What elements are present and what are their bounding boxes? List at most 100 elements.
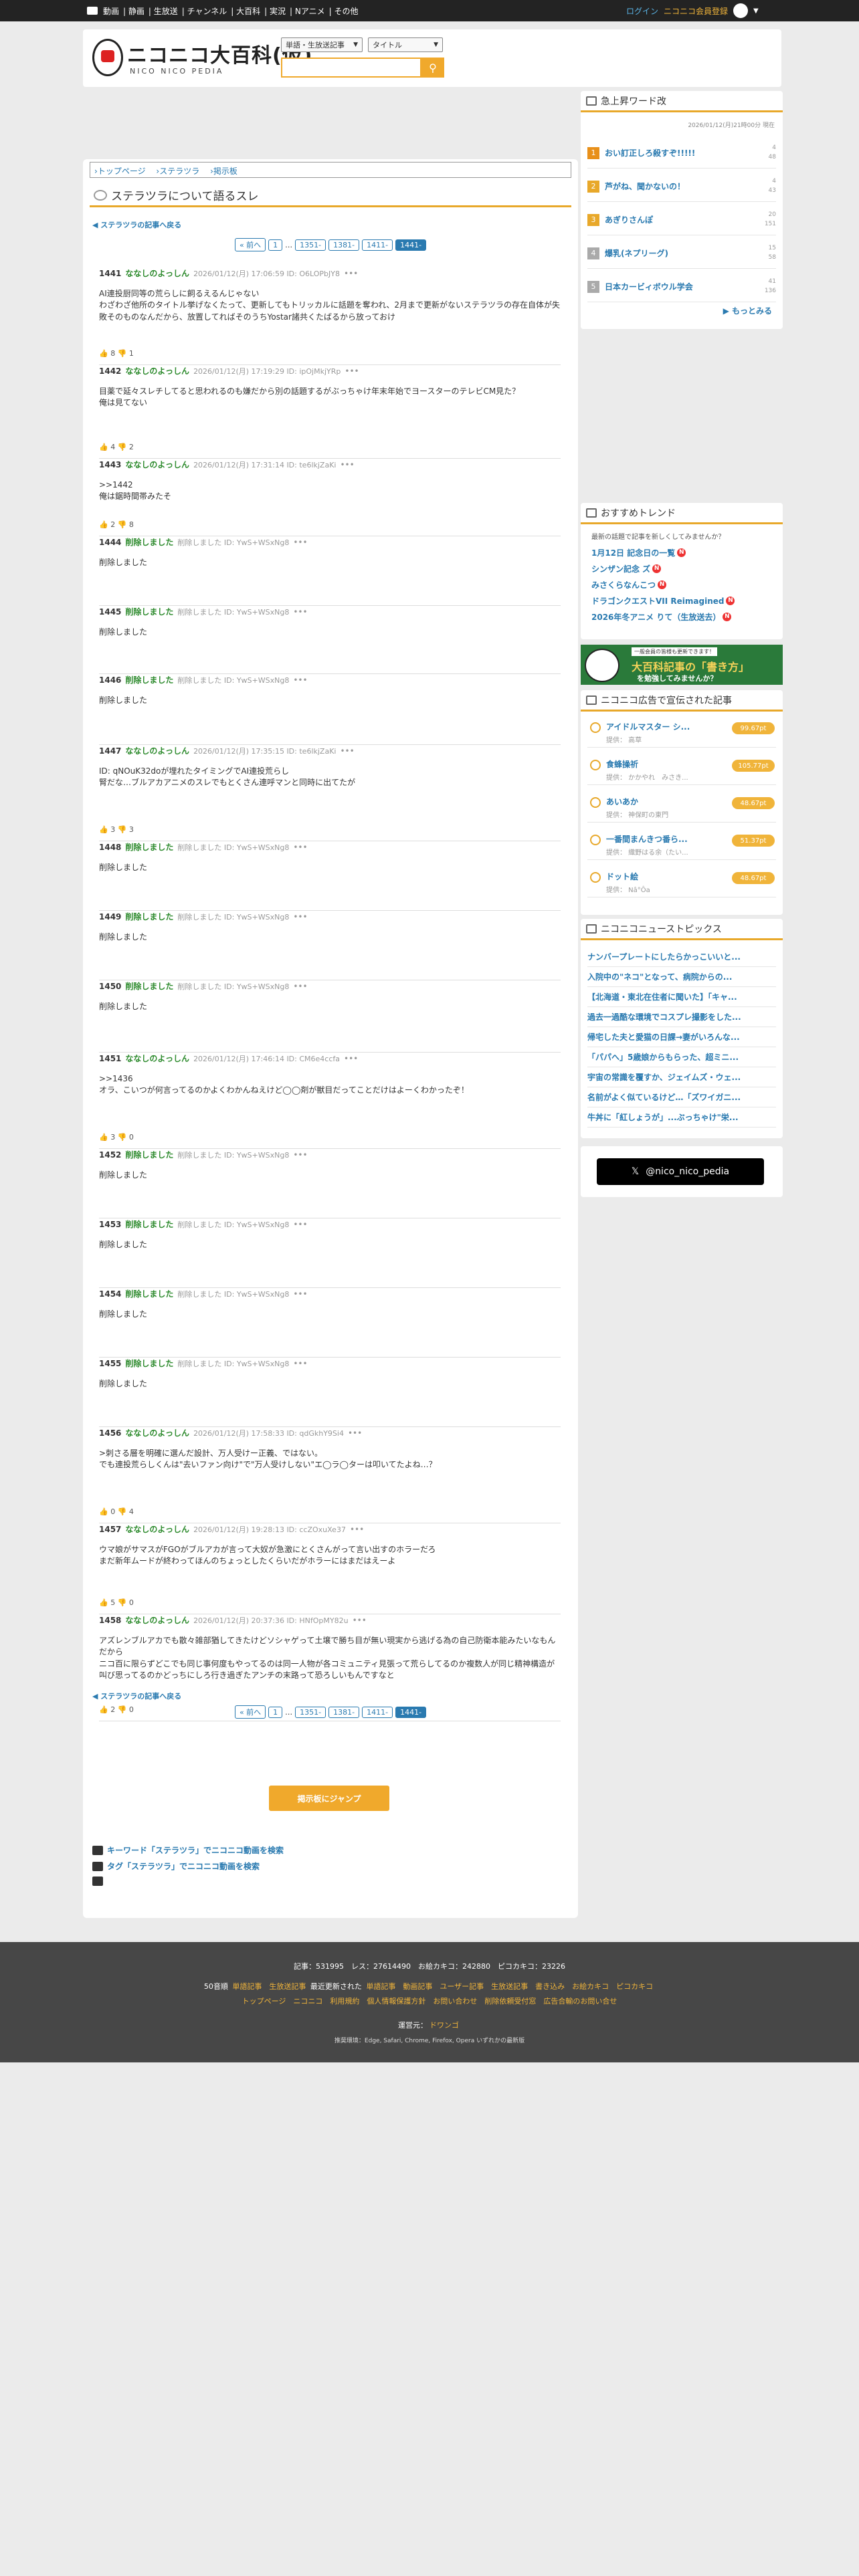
pager-first-button[interactable]: 1 [268, 239, 283, 251]
post-number[interactable]: 1452 [99, 1150, 121, 1160]
login-link[interactable]: ログイン [626, 5, 658, 17]
post-feedback[interactable]: 👍 3 👎 0 [99, 1133, 134, 1142]
more-options-icon[interactable]: ••• [293, 843, 307, 852]
post-feedback[interactable]: 👍 2 👎 8 [99, 520, 134, 529]
news-item[interactable]: 宇宙の常識を覆すか、ジェイムズ・ウェ... [587, 1067, 776, 1087]
post-feedback[interactable]: 👍 5 👎 0 [99, 1598, 134, 1607]
ad-title[interactable]: 一番間まんきつ番ら... [606, 833, 727, 845]
howto-banner[interactable]: 一般会員の皆様も更新できます！ 大百科記事の「書き方」 を勉強してみませんか？ [581, 645, 783, 685]
breadcrumb-item[interactable]: ›トップページ [94, 167, 150, 176]
more-options-icon[interactable]: ••• [344, 1054, 358, 1063]
back-to-article-link-bottom[interactable]: ◀ ステラツラの記事へ戻る [92, 1691, 181, 1701]
news-item[interactable]: ナンバープレートにしたらかっこいいと... [587, 947, 776, 967]
post-number[interactable]: 1453 [99, 1220, 121, 1229]
post-number[interactable]: 1455 [99, 1359, 121, 1368]
news-item[interactable]: 入院中の"ネコ"となって、病院からの... [587, 967, 776, 987]
post-number[interactable]: 1450 [99, 982, 121, 991]
news-item[interactable]: 「パパへ」5歳娘からもらった、超ミニ... [587, 1047, 776, 1067]
pager-page-button[interactable]: 1351- [295, 239, 326, 251]
pager-current-page[interactable]: 1441- [395, 239, 427, 251]
breadcrumb-item[interactable]: ›掲示板 [210, 167, 242, 176]
trend-item[interactable]: ドラゴンクエストVII Reimagined N [591, 595, 735, 607]
chevron-down-icon[interactable]: ▼ [753, 7, 759, 15]
post-number[interactable]: 1456 [99, 1428, 121, 1438]
nav-item-3[interactable]: チャンネル [187, 7, 227, 16]
nav-item-4[interactable]: 大百科 [236, 7, 260, 16]
share-icons[interactable] [92, 1876, 103, 1886]
nav-item-6[interactable]: Nアニメ [295, 7, 325, 16]
search-button[interactable]: ⚲ [421, 58, 444, 78]
news-item[interactable]: 牛丼に「紅しょうが」...ぶっちゃけ"栄... [587, 1107, 776, 1128]
post-number[interactable]: 1444 [99, 538, 121, 547]
nav-item-5[interactable]: 実況 [270, 7, 286, 16]
trend-item[interactable]: シンザン記念 ズN [591, 563, 662, 574]
more-options-icon[interactable]: ••• [293, 1220, 307, 1229]
search-input[interactable] [281, 58, 421, 78]
nav-item-0[interactable]: 動画 [103, 7, 119, 16]
trend-item[interactable]: 2026年冬アニメ りて（生放送去） N [591, 611, 732, 623]
more-options-icon[interactable]: ••• [293, 675, 307, 685]
ad-title[interactable]: 食蜂操祈 [606, 758, 727, 770]
site-logo[interactable]: ニコニコ大百科(仮) NICO NICO PEDIA [92, 36, 312, 82]
rising-word[interactable]: 芦がね、聞かないの！ [605, 181, 753, 192]
more-options-icon[interactable]: ••• [340, 460, 354, 469]
pager-page-button[interactable]: 1381- [328, 239, 360, 251]
post-number[interactable]: 1446 [99, 675, 121, 685]
x-follow-button[interactable]: 𝕏 @nico_nico_pedia [597, 1158, 764, 1185]
pager-first-button[interactable]: 1 [268, 1706, 283, 1718]
more-options-icon[interactable]: ••• [293, 1359, 307, 1368]
ad-title[interactable]: あいあか [606, 796, 727, 807]
more-options-icon[interactable]: ••• [345, 366, 359, 376]
more-options-icon[interactable]: ••• [293, 912, 307, 922]
advertised-article[interactable]: 一番間まんきつ番ら... 提供： 織野はる余（たい... 51.37pt [587, 829, 776, 860]
post-number[interactable]: 1442 [99, 366, 121, 376]
rising-word[interactable]: おい訂正しろ殺すぞ!!!!! [605, 147, 753, 158]
back-to-article-link[interactable]: ◀ ステラツラの記事へ戻る [92, 219, 181, 230]
more-options-icon[interactable]: ••• [293, 607, 307, 617]
pager-page-button[interactable]: 1381- [328, 1706, 360, 1718]
rising-word-item[interactable]: 1 おい訂正しろ殺すぞ!!!!! 4 48 [587, 138, 776, 169]
show-all-button[interactable]: 掲示板にジャンプ [269, 1786, 389, 1811]
advertised-article[interactable]: アイドルマスター シ... 提供： 高草 99.67pt [587, 717, 776, 748]
advertised-article[interactable]: ドット絵 提供： Nâ°Ôa 48.67pt [587, 867, 776, 897]
post-feedback[interactable]: 👍 8 👎 1 [99, 349, 134, 358]
news-item[interactable]: 過去一過酷な環境でコスプレ撮影をした... [587, 1007, 776, 1027]
ad-title[interactable]: アイドルマスター シ... [606, 721, 727, 732]
post-number[interactable]: 1457 [99, 1525, 121, 1534]
more-options-icon[interactable]: ••• [293, 538, 307, 547]
post-number[interactable]: 1458 [99, 1616, 121, 1625]
more-options-icon[interactable]: ••• [293, 1289, 307, 1299]
trend-item[interactable]: みさくらなんこつ N [591, 579, 667, 591]
more-link[interactable]: ▶ もっとみる [723, 305, 772, 316]
more-options-icon[interactable]: ••• [353, 1616, 367, 1625]
more-options-icon[interactable]: ••• [293, 982, 307, 991]
post-number[interactable]: 1449 [99, 912, 121, 922]
pager-page-button[interactable]: 1411- [362, 239, 393, 251]
post-number[interactable]: 1454 [99, 1289, 121, 1299]
pager-prev-button[interactable]: « 前へ [234, 1705, 266, 1719]
rising-word[interactable]: 日本カービィボウル学会 [605, 281, 753, 292]
post-feedback[interactable]: 👍 4 👎 2 [99, 443, 134, 451]
rising-word[interactable]: 爆乳(ネプリーグ) [605, 247, 753, 259]
more-options-icon[interactable]: ••• [344, 269, 358, 278]
nav-item-1[interactable]: 静画 [128, 7, 145, 16]
post-number[interactable]: 1441 [99, 269, 121, 278]
more-options-icon[interactable]: ••• [348, 1428, 362, 1438]
post-feedback[interactable]: 👍 0 👎 4 [99, 1507, 134, 1516]
search-category-select[interactable]: 単語・生放送記事 ▼ [281, 37, 363, 52]
news-item[interactable]: 名前がよく似ているけど…「ズワイガニ... [587, 1087, 776, 1107]
trend-item[interactable]: 1月12日 記念日の一覧 N [591, 547, 686, 558]
news-item[interactable]: 帰宅した夫と愛猫の日課→妻がいろんな... [587, 1027, 776, 1047]
post-number[interactable]: 1443 [99, 460, 121, 469]
rising-word-item[interactable]: 5 日本カービィボウル学会 41 136 [587, 272, 776, 302]
post-number[interactable]: 1445 [99, 607, 121, 617]
footer-links-2[interactable]: トップページ ニコニコ 利用規約 個人情報保護方針 お問い合わせ 削除依頼受付窓… [0, 1996, 859, 2006]
rising-word-item[interactable]: 3 あぎりさんぽ 20 151 [587, 205, 776, 235]
breadcrumb-item[interactable]: ›ステラツラ [156, 167, 203, 176]
post-number[interactable]: 1451 [99, 1054, 121, 1063]
pager-page-button[interactable]: 1351- [295, 1706, 326, 1718]
pager-current-page[interactable]: 1441- [395, 1706, 427, 1718]
niconico-tv-icon[interactable] [87, 7, 98, 15]
search-tag-link[interactable]: タグ「ステラツラ」でニコニコ動画を検索 [92, 1860, 260, 1872]
more-options-icon[interactable]: ••• [293, 1150, 307, 1160]
